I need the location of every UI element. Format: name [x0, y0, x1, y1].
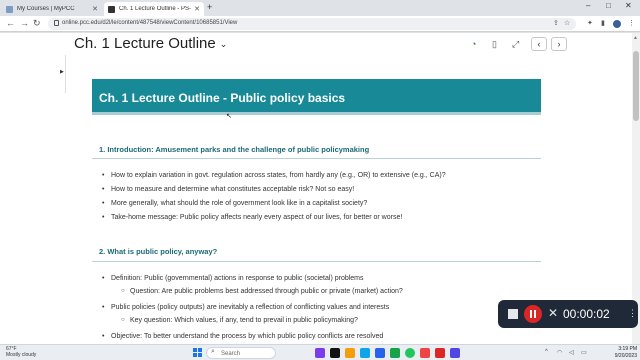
search-placeholder: Search — [221, 351, 241, 357]
app-icon[interactable] — [390, 348, 400, 358]
stop-recording-button[interactable] — [508, 309, 518, 319]
list-item: Definition: Public (governmental) action… — [102, 275, 363, 282]
app-icon[interactable] — [450, 348, 460, 358]
close-tab-icon[interactable]: ✕ — [194, 5, 200, 13]
section-heading: 1. Introduction: Amusement parks and the… — [99, 145, 370, 154]
url-text: online.pcc.edu/d2l/le/content/487548/vie… — [62, 20, 238, 26]
site-favicon-icon — [108, 5, 115, 13]
site-favicon-icon — [6, 5, 13, 13]
prev-icon[interactable]: ‹ — [531, 37, 547, 51]
list-item: Objective: To better understand the proc… — [102, 333, 383, 340]
scrollbar-thumb[interactable] — [633, 51, 639, 121]
tab-lecture-outline[interactable]: Ch. 1 Lecture Outline - PS-202-0... ✕ — [104, 2, 204, 16]
maximize-button[interactable]: □ — [606, 1, 611, 10]
lock-icon — [54, 20, 59, 26]
sub-list-item: Key question: Which values, if any, tend… — [121, 317, 358, 324]
close-window-button[interactable]: ✕ — [625, 1, 632, 10]
reload-icon[interactable]: ↻ — [33, 18, 41, 29]
profile-icon[interactable] — [613, 20, 621, 28]
mouse-cursor-icon: ↖ — [226, 113, 232, 120]
drag-handle-icon[interactable]: ⋮ — [628, 308, 637, 319]
recording-controls: ✕ 00:00:02 ⋮ — [498, 300, 638, 328]
share-icon[interactable]: ⇪ — [553, 19, 559, 27]
content-banner: Ch. 1 Lecture Outline - Public policy ba… — [92, 79, 541, 115]
progress-icon[interactable]: ◔ — [471, 39, 476, 49]
new-tab-button[interactable]: + — [207, 2, 212, 12]
list-item: More generally, what should the role of … — [102, 200, 367, 207]
app-icon[interactable] — [315, 348, 325, 358]
app-icon[interactable] — [330, 348, 340, 358]
clock-date: 9/20/2023 — [614, 353, 637, 359]
tab-strip: My Courses | MyPCC ✕ Ch. 1 Lecture Outli… — [0, 0, 640, 16]
section-heading: 2. What is public policy, anyway? — [99, 247, 218, 256]
close-icon[interactable]: ✕ — [548, 306, 558, 320]
tray-chevron-icon[interactable]: ^ — [545, 349, 548, 355]
menu-icon[interactable]: ⋮ — [628, 19, 635, 27]
sidebar-icon[interactable]: ▮ — [601, 19, 605, 27]
expand-icon: ▶ — [60, 69, 64, 75]
bookmark-icon[interactable]: ▯ — [492, 39, 497, 50]
tab-my-courses[interactable]: My Courses | MyPCC ✕ — [2, 2, 102, 16]
tab-label: My Courses | MyPCC — [17, 6, 75, 12]
section-divider — [92, 158, 541, 159]
speaker-icon[interactable]: ◁ — [569, 349, 574, 356]
scroll-up-icon[interactable]: ▲ — [633, 35, 638, 41]
recording-timer: 00:00:02 — [563, 307, 610, 321]
section-divider — [92, 261, 541, 262]
list-item: Public policies (policy outputs) are ine… — [102, 304, 389, 311]
list-item: How to explain variation in govt. regula… — [102, 172, 446, 179]
sub-list-item: Question: Are public problems best addre… — [121, 288, 403, 295]
store-icon[interactable] — [375, 348, 385, 358]
weather-widget[interactable]: 67°F Mostly cloudy — [6, 346, 36, 358]
taskbar-search-input[interactable]: ⌕ Search — [206, 347, 276, 359]
next-icon[interactable]: › — [551, 37, 567, 51]
pause-recording-button[interactable] — [524, 305, 542, 323]
extensions-icon[interactable]: ✦ — [587, 19, 593, 27]
banner-title: Ch. 1 Lecture Outline - Public policy ba… — [99, 91, 346, 105]
file-explorer-icon[interactable] — [345, 348, 355, 358]
browser-toolbar: ← → ↻ online.pcc.edu/d2l/le/content/4875… — [0, 16, 640, 32]
fullscreen-icon[interactable]: ⤢ — [512, 39, 519, 50]
tab-label: Ch. 1 Lecture Outline - PS-202-0... — [119, 6, 192, 12]
page-title[interactable]: Ch. 1 Lecture Outline ⌄ — [74, 35, 227, 52]
chrome-icon[interactable] — [405, 348, 415, 358]
list-item: Take-home message: Public policy affects… — [102, 214, 402, 221]
star-icon[interactable]: ☆ — [564, 19, 570, 27]
battery-icon[interactable]: ▭ — [581, 349, 587, 356]
weather-desc: Mostly cloudy — [6, 352, 37, 358]
page-scrollbar[interactable]: ▲ — [632, 33, 640, 344]
network-icon[interactable]: ◠ — [557, 349, 562, 356]
app-icon[interactable] — [420, 348, 430, 358]
content-page: Ch. 1 Lecture Outline ⌄ ◔ ▯ ⤢ ‹ › ▶ Ch. 1… — [0, 33, 640, 344]
app-icon[interactable] — [435, 348, 445, 358]
start-icon[interactable] — [193, 348, 203, 358]
close-tab-icon[interactable]: ✕ — [92, 5, 98, 13]
search-icon: ⌕ — [211, 348, 215, 355]
address-bar[interactable]: online.pcc.edu/d2l/le/content/487548/vie… — [48, 18, 576, 30]
list-item: How to measure and determine what consti… — [102, 186, 354, 193]
back-icon[interactable]: ← — [6, 18, 15, 28]
chevron-down-icon[interactable]: ⌄ — [220, 39, 228, 49]
sidebar-toggle[interactable]: ▶ — [60, 55, 66, 93]
edge-icon[interactable] — [360, 348, 370, 358]
minimize-button[interactable]: – — [586, 1, 590, 10]
system-clock[interactable]: 3:19 PM 9/20/2023 — [607, 346, 637, 360]
taskbar: 67°F Mostly cloudy ⌕ Search ^ ◠ ◁ ▭ 3:19… — [0, 344, 640, 360]
clock-time: 3:19 PM — [618, 346, 637, 352]
forward-icon[interactable]: → — [20, 18, 29, 28]
